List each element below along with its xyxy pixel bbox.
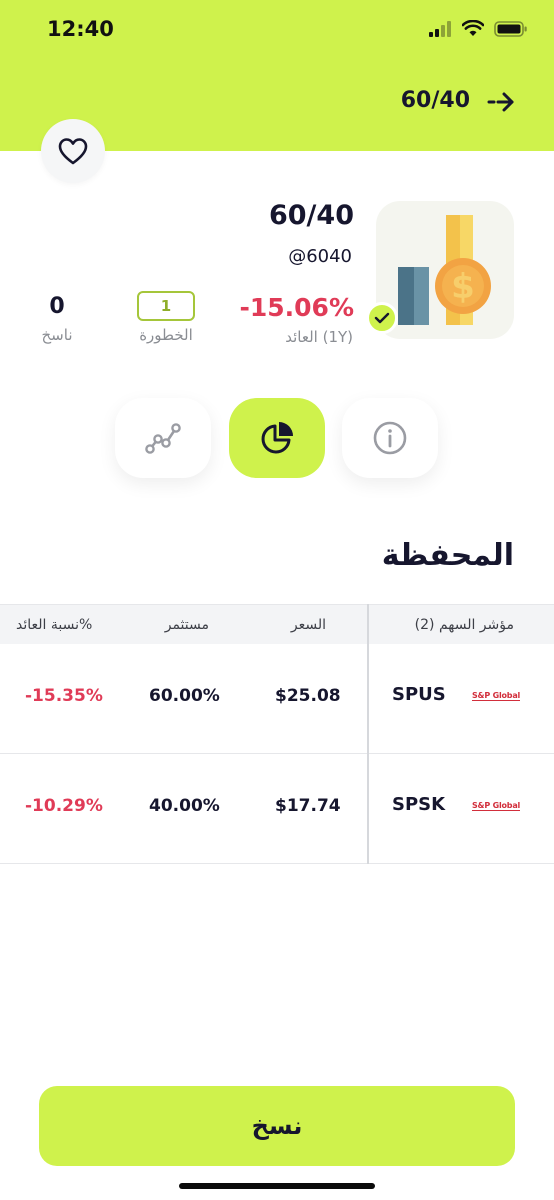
sp-global-logo: S&P Global xyxy=(472,801,521,811)
header-return: نسبة العائد% xyxy=(16,617,93,633)
copy-button[interactable]: نسخ xyxy=(39,1086,515,1166)
info-icon xyxy=(373,421,407,455)
header-invested: مستثمر xyxy=(164,617,209,633)
battery-icon xyxy=(494,21,527,37)
section-title: المحفظة xyxy=(381,538,514,573)
invested: 40.00% xyxy=(149,796,220,816)
invested: 60.00% xyxy=(149,686,220,706)
table-header: مؤشر السهم (2) السعر مستثمر نسبة العائد% xyxy=(0,604,554,644)
portfolio-handle: @6040 xyxy=(288,246,352,267)
tab-performance[interactable] xyxy=(115,398,211,478)
heart-icon xyxy=(58,138,88,165)
header-symbol: مؤشر السهم (2) xyxy=(414,617,514,633)
sp-global-logo: S&P Global xyxy=(472,691,521,701)
price: $25.08 xyxy=(275,686,341,706)
risk-badge: 1 xyxy=(137,291,195,321)
copies-label: ناسخ xyxy=(41,326,73,344)
status-time: 12:40 xyxy=(47,17,114,41)
tab-info[interactable] xyxy=(342,398,438,478)
header-title: 60/40 xyxy=(400,88,470,113)
home-indicator xyxy=(179,1183,375,1189)
favorite-button[interactable] xyxy=(41,119,105,183)
status-icons xyxy=(428,20,528,38)
return-pct: -15.35% xyxy=(25,686,103,706)
portfolio-name: 60/40 xyxy=(268,200,354,231)
table-row[interactable]: SPUS S&P Global $25.08 60.00% -15.35% xyxy=(0,644,554,754)
return-label: العائد (1Y) xyxy=(285,328,353,346)
pie-chart-icon xyxy=(261,422,293,454)
tab-portfolio[interactable] xyxy=(229,398,325,478)
return-value: -15.06% xyxy=(239,293,354,322)
verified-badge xyxy=(366,302,398,334)
signal-icon xyxy=(429,21,451,37)
risk-label: الخطورة xyxy=(139,326,193,344)
return-pct: -10.29% xyxy=(25,796,103,816)
price: $17.74 xyxy=(275,796,341,816)
table-row[interactable]: SPSK S&P Global $17.74 40.00% -10.29% xyxy=(0,754,554,864)
back-arrow-icon[interactable] xyxy=(486,90,516,114)
checkmark-icon xyxy=(374,312,390,324)
holdings-table: مؤشر السهم (2) السعر مستثمر نسبة العائد%… xyxy=(0,604,554,864)
symbol: SPSK xyxy=(392,794,446,815)
column-divider xyxy=(367,604,369,864)
wifi-icon xyxy=(462,20,484,36)
header-price: السعر xyxy=(290,617,326,633)
symbol: SPUS xyxy=(392,684,446,705)
copies-count: 0 xyxy=(49,294,65,319)
line-chart-icon xyxy=(145,423,181,454)
svg-text:$: $ xyxy=(451,267,475,307)
